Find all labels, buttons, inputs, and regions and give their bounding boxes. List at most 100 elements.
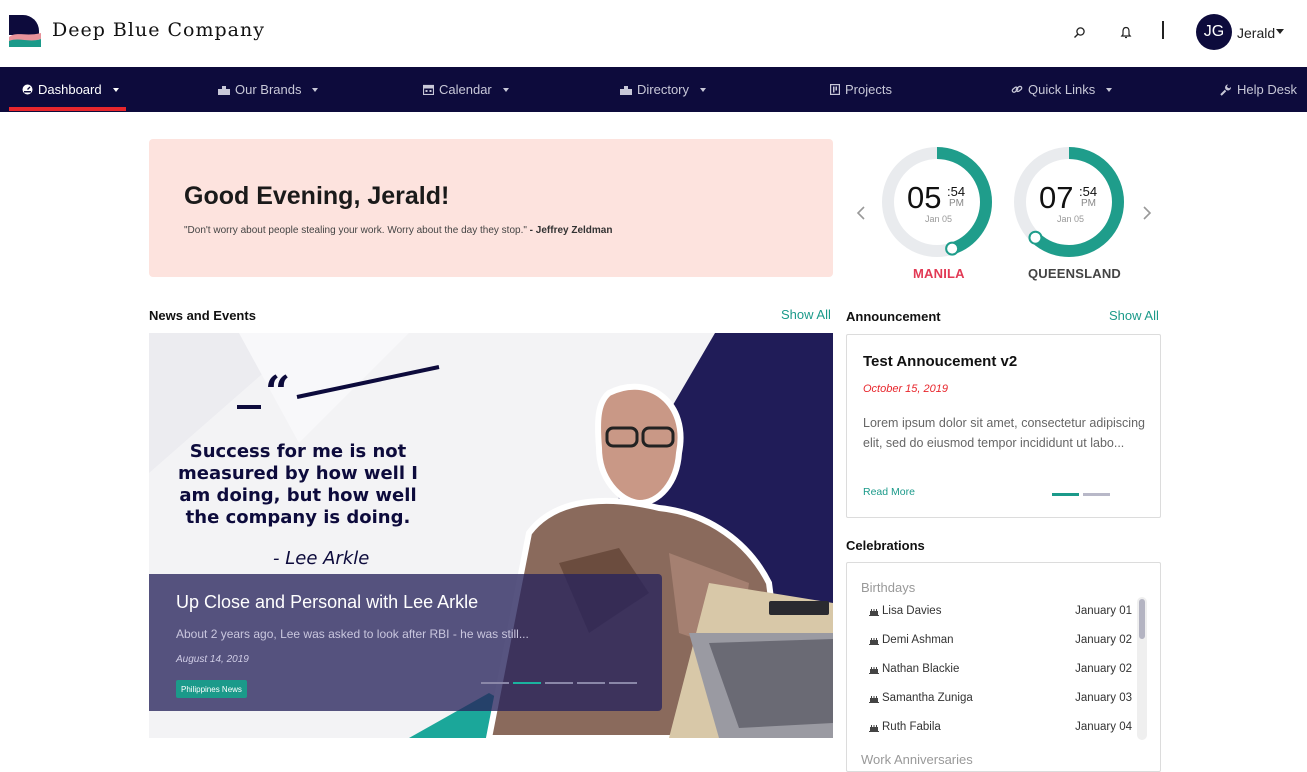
celebrations-card: Birthdays Lisa Davies January 01 Demi As…	[846, 562, 1161, 772]
clock-minute: :54	[947, 184, 966, 199]
nav-item-projects[interactable]: Projects	[830, 67, 892, 112]
chevron-down-icon	[112, 87, 119, 92]
nav-label: Calendar	[439, 82, 492, 97]
company-logo[interactable]	[9, 15, 41, 47]
directory-icon	[620, 86, 632, 95]
list-item[interactable]: Lisa Davies January 01	[869, 605, 1132, 623]
nav-item-help-desk[interactable]: Help Desk	[1220, 67, 1297, 112]
scrollbar[interactable]	[1137, 597, 1147, 740]
list-item[interactable]: Samantha Zuniga January 03	[869, 692, 1132, 710]
announcement-date: October 15, 2019	[863, 383, 949, 395]
nav-label: Our Brands	[235, 82, 302, 97]
clock-ampm: PM	[949, 198, 964, 209]
list-item[interactable]: Nathan Blackie January 02	[869, 663, 1132, 681]
projects-icon	[830, 84, 840, 95]
carousel-dot[interactable]	[577, 682, 605, 684]
list-item[interactable]: Ruth Fabila January 04	[869, 721, 1132, 739]
image-quote-line: measured by how well I	[178, 463, 418, 484]
nav-label: Quick Links	[1028, 82, 1096, 97]
nav-item-our-brands[interactable]: Our Brands	[218, 67, 319, 112]
news-caption-card[interactable]: Up Close and Personal with Lee Arkle Abo…	[149, 574, 662, 711]
nav-label: Projects	[845, 82, 892, 97]
news-carousel[interactable]: “ Success for me is not measured by how …	[149, 333, 833, 738]
nav-label: Directory	[637, 82, 690, 97]
cake-icon	[869, 667, 879, 674]
chevron-down-icon[interactable]	[1276, 29, 1284, 34]
top-bar: Deep Blue Company JG Jerald	[0, 0, 1307, 67]
news-summary: About 2 years ago, Lee was asked to look…	[176, 627, 529, 641]
clock-date: Jan 05	[925, 214, 953, 224]
image-quote-author: - Lee Arkle	[273, 548, 369, 569]
user-name[interactable]: Jerald	[1237, 25, 1275, 41]
celebration-date: January 01	[1075, 605, 1132, 617]
greeting-card: Good Evening, Jerald! "Don't worry about…	[149, 139, 833, 277]
announcement-body: Lorem ipsum dolor sit amet, consectetur …	[863, 416, 1145, 450]
avatar[interactable]: JG	[1196, 14, 1232, 50]
chevron-down-icon	[502, 87, 509, 92]
carousel-dot[interactable]	[545, 682, 573, 684]
celebration-date: January 03	[1075, 692, 1132, 704]
carousel-dot[interactable]	[609, 682, 637, 684]
nav-item-dashboard[interactable]: Dashboard	[22, 67, 119, 112]
scrollbar-thumb[interactable]	[1139, 599, 1145, 639]
celebration-date: January 02	[1075, 634, 1132, 646]
active-tab-indicator	[9, 107, 126, 111]
calendar-icon	[423, 84, 434, 95]
clock-minute: :54	[1079, 184, 1098, 199]
news-title[interactable]: Up Close and Personal with Lee Arkle	[176, 592, 478, 613]
announcement-section-title: Announcement	[846, 309, 941, 324]
celebrant-name: Nathan Blackie	[882, 663, 960, 675]
nav-label: Help Desk	[1237, 82, 1297, 97]
announcement-title[interactable]: Test Annoucement v2	[863, 353, 1017, 370]
carousel-dot[interactable]	[1083, 493, 1110, 496]
link-icon	[1011, 85, 1023, 93]
bell-icon[interactable]	[1116, 22, 1136, 42]
announcement-show-all-link[interactable]: Show All	[1109, 308, 1159, 323]
carousel-indicators	[481, 682, 637, 684]
clock-date: Jan 05	[1057, 214, 1085, 224]
celebration-date: January 04	[1075, 721, 1132, 733]
cake-icon	[869, 638, 879, 645]
brand-name: Deep Blue Company	[52, 19, 265, 41]
news-show-all-link[interactable]: Show All	[781, 307, 831, 322]
carousel-dot-active[interactable]	[513, 682, 541, 684]
chevron-right-icon[interactable]	[1142, 206, 1152, 220]
announcement-indicators	[1052, 493, 1110, 496]
main-nav: Dashboard Our Brands Calendar Directory …	[0, 67, 1307, 112]
chevron-down-icon	[1106, 87, 1113, 92]
image-quote-line: the company is doing.	[186, 507, 411, 528]
nav-item-quick-links[interactable]: Quick Links	[1011, 67, 1113, 112]
nav-item-directory[interactable]: Directory	[620, 67, 707, 112]
clock-ampm: PM	[1081, 198, 1096, 209]
announcement-card: Test Annoucement v2 October 15, 2019 Lor…	[846, 334, 1161, 518]
svg-text:“: “	[265, 367, 290, 418]
read-more-link[interactable]: Read More	[863, 486, 915, 498]
chevron-down-icon	[700, 87, 707, 92]
carousel-dot-active[interactable]	[1052, 493, 1079, 496]
quote-text: "Don't worry about people stealing your …	[184, 225, 527, 236]
search-icon[interactable]	[1069, 22, 1089, 42]
brands-icon	[218, 86, 230, 95]
cake-icon	[869, 609, 879, 616]
greeting-quote: "Don't worry about people stealing your …	[184, 225, 612, 236]
birthdays-heading: Birthdays	[861, 580, 916, 595]
list-item[interactable]: Demi Ashman January 02	[869, 634, 1132, 652]
cake-icon	[869, 696, 879, 703]
clock-queensland: 07 :54 PM Jan 05	[1013, 146, 1125, 258]
news-section-title: News and Events	[149, 308, 256, 323]
clock-hour: 07	[1039, 180, 1074, 215]
image-quote-line: am doing, but how well	[179, 485, 416, 506]
greeting-title: Good Evening, Jerald!	[184, 182, 450, 210]
news-category-tag[interactable]: Philippines News	[176, 680, 247, 698]
celebrant-name: Demi Ashman	[882, 634, 954, 646]
celebrant-name: Ruth Fabila	[882, 721, 941, 733]
chevron-left-icon[interactable]	[856, 206, 866, 220]
city-label-queensland: QUEENSLAND	[1028, 266, 1122, 281]
celebrant-name: Lisa Davies	[882, 605, 942, 617]
chevron-down-icon	[312, 87, 319, 92]
nav-item-calendar[interactable]: Calendar	[423, 67, 509, 112]
news-date: August 14, 2019	[176, 654, 249, 665]
celebration-date: January 02	[1075, 663, 1132, 675]
city-label-manila: MANILA	[913, 266, 965, 281]
carousel-dot[interactable]	[481, 682, 509, 684]
